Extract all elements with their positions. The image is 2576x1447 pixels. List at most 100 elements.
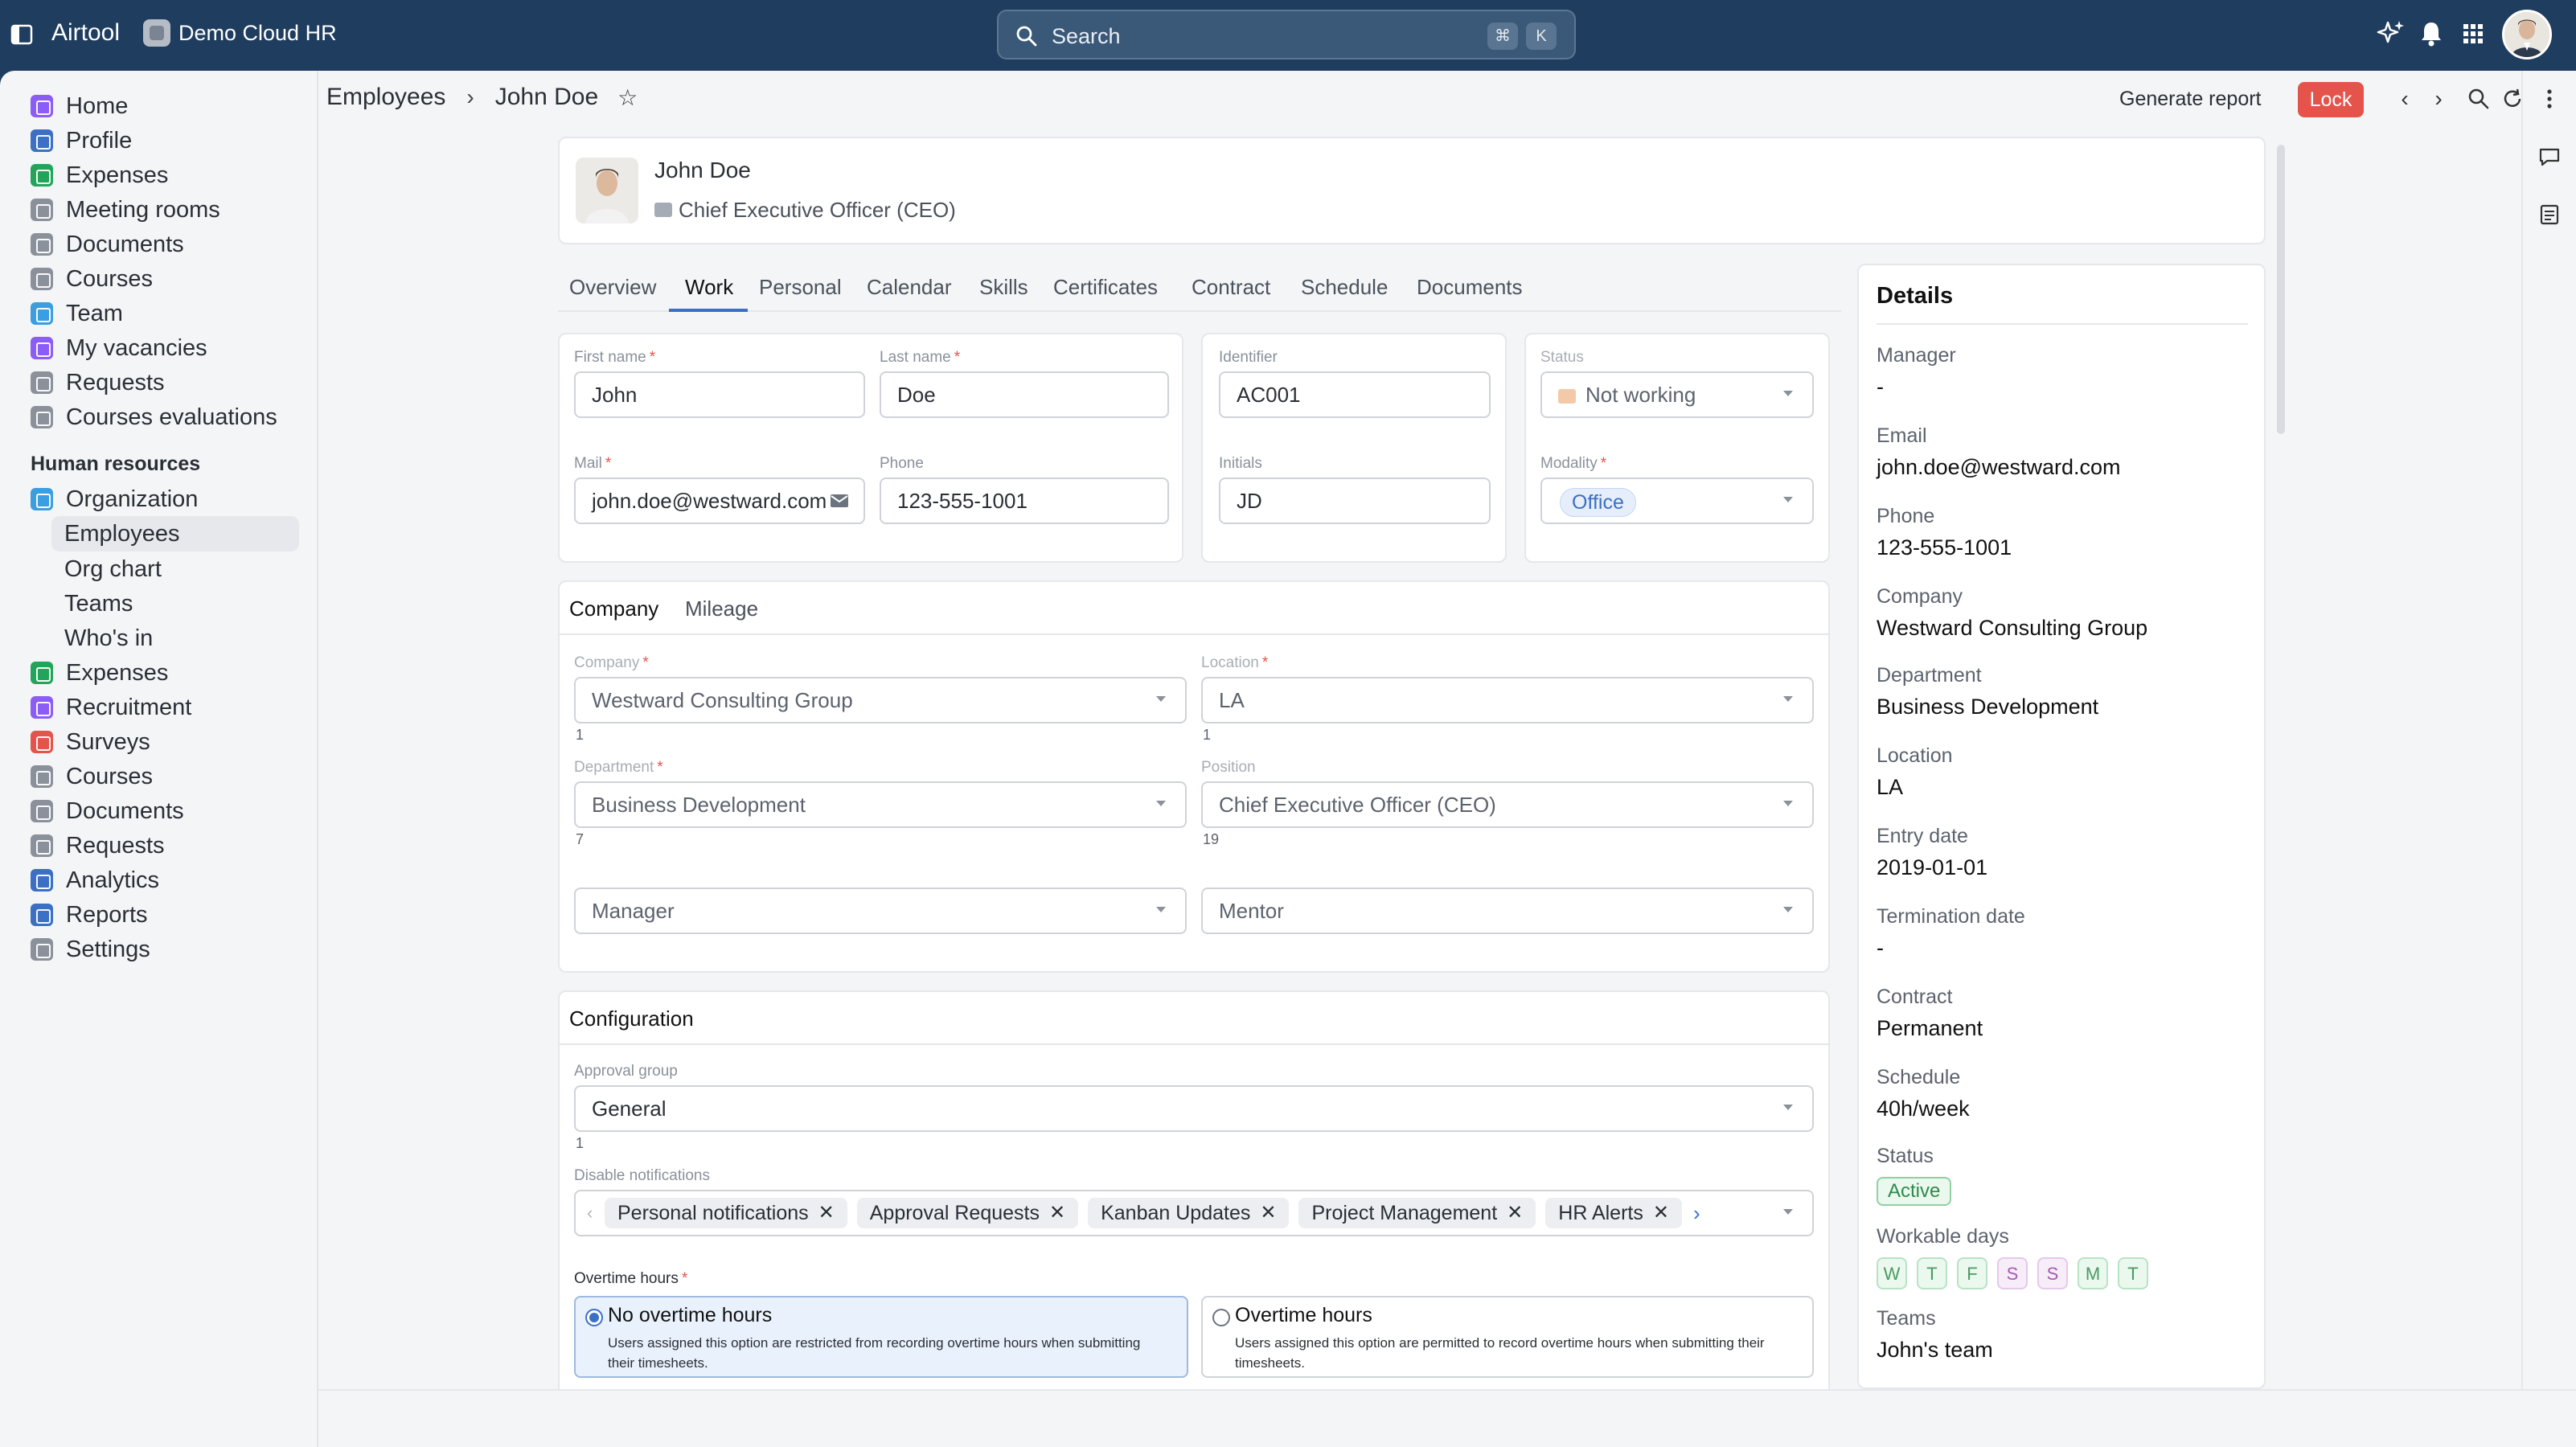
subtab-mileage[interactable]: Mileage: [685, 596, 758, 621]
tab-documents[interactable]: Documents: [1417, 275, 1523, 300]
activity-log-icon[interactable]: [2537, 203, 2562, 227]
identifier-field[interactable]: AC001: [1219, 371, 1491, 418]
mentor-select[interactable]: Mentor: [1201, 887, 1814, 934]
envelope-icon[interactable]: [830, 494, 849, 508]
sidebar-item-reports[interactable]: Reports: [31, 899, 148, 931]
tab-schedule[interactable]: Schedule: [1301, 275, 1388, 300]
sidebar-item-hr-expenses[interactable]: Expenses: [31, 657, 168, 689]
workspace-name[interactable]: Demo Cloud HR: [178, 21, 337, 46]
tab-certificates[interactable]: Certificates: [1053, 275, 1158, 300]
previous-record-icon[interactable]: ‹: [2393, 87, 2417, 111]
sidebar-item-expenses[interactable]: Expenses: [31, 159, 168, 191]
chips-scroll-right-icon[interactable]: ›: [1693, 1191, 1700, 1235]
approval-group-select[interactable]: General: [574, 1085, 1814, 1132]
subtab-company[interactable]: Company: [569, 596, 658, 621]
apps-grid-icon[interactable]: [2457, 18, 2489, 50]
search-record-icon[interactable]: [2467, 87, 2491, 111]
generate-report-button[interactable]: Generate report: [2119, 82, 2262, 116]
search-bar[interactable]: Search ⌘ K: [997, 10, 1576, 59]
sidebar-toggle-icon[interactable]: [10, 23, 34, 47]
tab-overview[interactable]: Overview: [569, 275, 656, 300]
overtime-option-allowed[interactable]: Overtime hours Users assigned this optio…: [1201, 1296, 1814, 1378]
next-record-icon[interactable]: ›: [2426, 87, 2451, 111]
phone-field[interactable]: 123-555-1001: [880, 478, 1169, 524]
tab-work[interactable]: Work: [685, 275, 733, 300]
sidebar-item-meeting-rooms[interactable]: Meeting rooms: [31, 194, 220, 226]
sidebar-item-organization[interactable]: Organization: [31, 483, 198, 515]
modality-select[interactable]: Office: [1540, 478, 1814, 524]
sidebar-item-whos-in[interactable]: Who's in: [64, 622, 153, 654]
chevron-down-icon: [1783, 1105, 1793, 1110]
manager-placeholder: Manager: [592, 899, 675, 923]
tab-calendar[interactable]: Calendar: [867, 275, 952, 300]
status-select[interactable]: Not working: [1540, 371, 1814, 418]
more-options-icon[interactable]: [2537, 87, 2562, 111]
status-indicator-icon: [1558, 389, 1576, 404]
ai-sparkle-icon[interactable]: [2375, 18, 2407, 50]
sidebar-item-org-chart[interactable]: Org chart: [64, 553, 162, 585]
details-phone-value: 123-555-1001: [1877, 535, 2012, 560]
notification-chip[interactable]: HR Alerts ✕: [1545, 1198, 1682, 1228]
remove-chip-icon[interactable]: ✕: [1507, 1191, 1523, 1235]
sidebar-item-hr-courses[interactable]: Courses: [31, 760, 153, 793]
sidebar-item-employees[interactable]: Employees: [51, 516, 299, 551]
notification-chip[interactable]: Approval Requests ✕: [856, 1198, 1079, 1228]
identifier-label: Identifier: [1219, 349, 1278, 366]
sidebar-item-hr-documents[interactable]: Documents: [31, 795, 184, 827]
recruitment-icon: [31, 696, 53, 719]
sidebar-item-documents[interactable]: Documents: [31, 228, 184, 260]
initials-field[interactable]: JD: [1219, 478, 1491, 524]
notifications-bell-icon[interactable]: [2415, 18, 2447, 50]
position-select[interactable]: Chief Executive Officer (CEO): [1201, 781, 1814, 828]
breadcrumb-employees-link[interactable]: Employees: [326, 84, 445, 111]
company-select[interactable]: Westward Consulting Group: [574, 677, 1187, 724]
remove-chip-icon[interactable]: ✕: [1049, 1191, 1065, 1235]
chips-scroll-left-icon[interactable]: ‹: [587, 1191, 593, 1235]
sidebar-item-analytics[interactable]: Analytics: [31, 864, 159, 896]
app-name[interactable]: Airtool: [51, 19, 120, 47]
notification-chip[interactable]: Project Management ✕: [1298, 1198, 1536, 1228]
first-name-field[interactable]: John: [574, 371, 865, 418]
tab-personal[interactable]: Personal: [759, 275, 842, 300]
sidebar-item-recruitment[interactable]: Recruitment: [31, 691, 191, 724]
sidebar-item-courses-evaluations[interactable]: Courses evaluations: [31, 401, 277, 433]
user-avatar[interactable]: [2502, 10, 2552, 59]
radio-selected-icon[interactable]: [585, 1309, 603, 1326]
sidebar-item-home[interactable]: Home: [31, 90, 128, 122]
briefcase-icon: [654, 203, 672, 217]
sidebar-item-surveys[interactable]: Surveys: [31, 726, 150, 758]
remove-chip-icon[interactable]: ✕: [1653, 1191, 1669, 1235]
sidebar-item-team[interactable]: Team: [31, 297, 123, 330]
remove-chip-icon[interactable]: ✕: [818, 1191, 835, 1235]
sidebar-item-courses[interactable]: Courses: [31, 263, 153, 295]
comments-icon[interactable]: [2537, 145, 2562, 169]
tab-skills[interactable]: Skills: [979, 275, 1028, 300]
disable-notifications-multiselect[interactable]: ‹ Personal notifications ✕ Approval Reque…: [574, 1190, 1814, 1236]
lock-button[interactable]: Lock: [2298, 82, 2364, 117]
sidebar-item-profile[interactable]: Profile: [31, 125, 132, 157]
notification-chip[interactable]: Personal notifications ✕: [605, 1198, 847, 1228]
favorite-star-icon[interactable]: ☆: [617, 84, 638, 111]
content-scrollbar[interactable]: [2277, 145, 2285, 434]
details-email-value[interactable]: john.doe@westward.com: [1877, 455, 2121, 480]
sidebar-item-teams[interactable]: Teams: [64, 588, 133, 620]
location-select[interactable]: LA: [1201, 677, 1814, 724]
details-email-label: Email: [1877, 424, 1927, 447]
sidebar-item-my-vacancies[interactable]: My vacancies: [31, 332, 207, 364]
sidebar-item-settings[interactable]: Settings: [31, 933, 150, 965]
notification-chip[interactable]: Kanban Updates ✕: [1088, 1198, 1290, 1228]
radio-unselected-icon[interactable]: [1212, 1309, 1230, 1326]
last-name-field[interactable]: Doe: [880, 371, 1169, 418]
department-select[interactable]: Business Development: [574, 781, 1187, 828]
status-label: Status: [1540, 349, 1584, 366]
manager-select[interactable]: Manager: [574, 887, 1187, 934]
courses-evaluations-icon: [31, 406, 53, 428]
user-portrait-icon: [2504, 12, 2549, 57]
tab-contract[interactable]: Contract: [1192, 275, 1270, 300]
refresh-icon[interactable]: [2500, 87, 2525, 111]
mail-field[interactable]: john.doe@westward.com: [574, 478, 865, 524]
remove-chip-icon[interactable]: ✕: [1260, 1191, 1276, 1235]
overtime-option-none[interactable]: No overtime hours Users assigned this op…: [574, 1296, 1188, 1378]
sidebar-item-requests[interactable]: Requests: [31, 367, 165, 399]
sidebar-item-hr-requests[interactable]: Requests: [31, 830, 165, 862]
